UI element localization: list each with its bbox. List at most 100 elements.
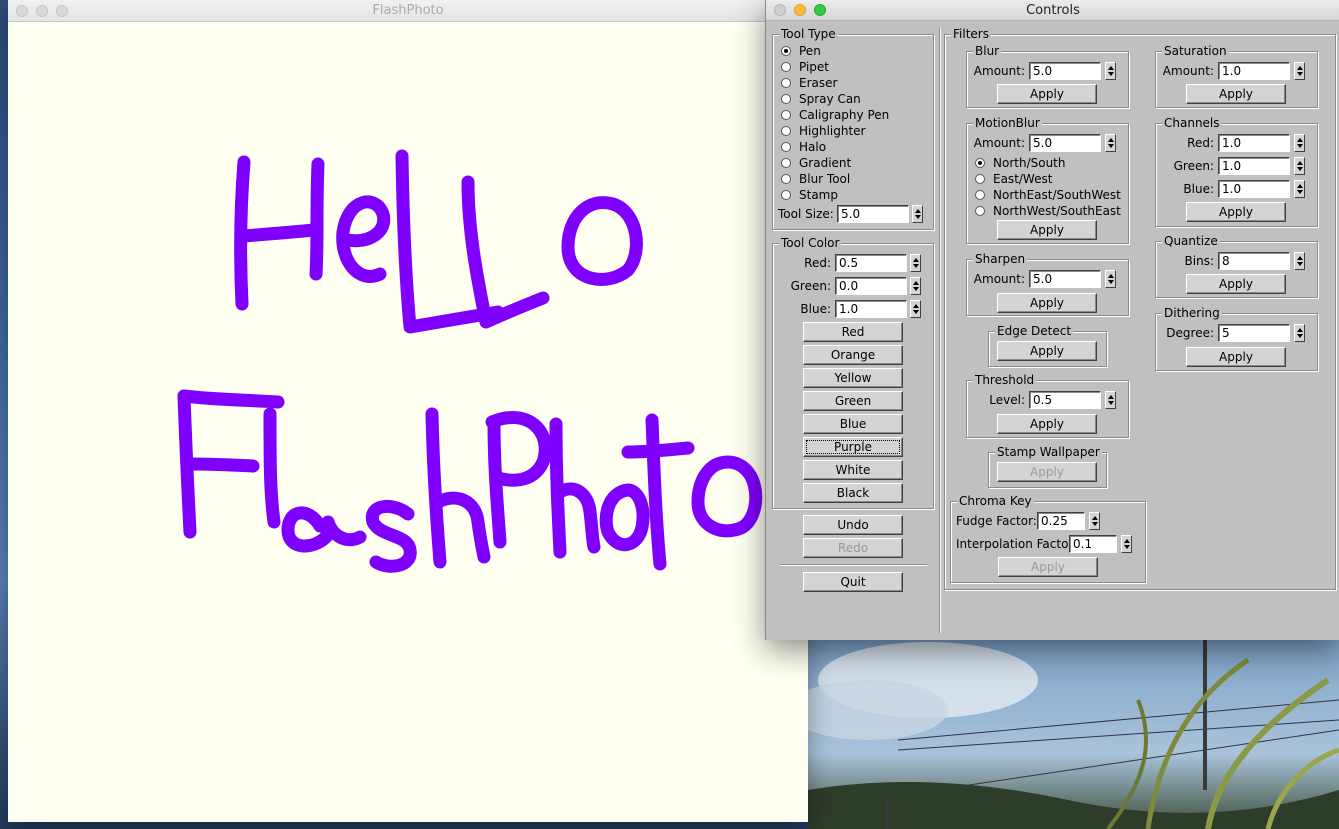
stamp-wallpaper-apply-button[interactable]: Apply bbox=[997, 462, 1097, 482]
blue-spinner[interactable] bbox=[910, 300, 921, 318]
color-orange-button[interactable]: Orange bbox=[803, 345, 903, 365]
radio-icon[interactable] bbox=[781, 46, 791, 56]
edge-detect-apply-button[interactable]: Apply bbox=[997, 341, 1097, 361]
radio-icon[interactable] bbox=[781, 62, 791, 72]
spin-down-icon[interactable] bbox=[913, 310, 919, 314]
interpolation-factor-input[interactable]: 0.1 bbox=[1069, 535, 1117, 553]
close-icon[interactable] bbox=[16, 5, 28, 17]
spin-down-icon[interactable] bbox=[913, 264, 919, 268]
threshold-level-spinner[interactable] bbox=[1105, 391, 1116, 409]
blue-input[interactable]: 1.0 bbox=[835, 300, 907, 318]
green-spinner[interactable] bbox=[910, 277, 921, 295]
motion-blur-amount-input[interactable]: 5.0 bbox=[1029, 134, 1101, 152]
spin-up-icon[interactable] bbox=[1297, 328, 1303, 332]
quit-button[interactable]: Quit bbox=[803, 572, 903, 592]
spin-up-icon[interactable] bbox=[1124, 539, 1130, 543]
tool-size-input[interactable]: 5.0 bbox=[837, 205, 909, 223]
red-spinner[interactable] bbox=[910, 254, 921, 272]
spin-up-icon[interactable] bbox=[1108, 66, 1114, 70]
saturation-amount-spinner[interactable] bbox=[1294, 62, 1305, 80]
radio-icon[interactable] bbox=[781, 158, 791, 168]
threshold-level-input[interactable]: 0.5 bbox=[1029, 391, 1101, 409]
spin-down-icon[interactable] bbox=[1297, 190, 1303, 194]
fudge-factor-input[interactable]: 0.25 bbox=[1037, 512, 1085, 530]
spin-up-icon[interactable] bbox=[1108, 138, 1114, 142]
spin-down-icon[interactable] bbox=[915, 215, 921, 219]
spin-down-icon[interactable] bbox=[913, 287, 919, 291]
zoom-icon[interactable] bbox=[56, 5, 68, 17]
sharpen-amount-input[interactable]: 5.0 bbox=[1029, 270, 1101, 288]
chroma-key-apply-button[interactable]: Apply bbox=[998, 557, 1098, 577]
spin-down-icon[interactable] bbox=[1108, 144, 1114, 148]
blur-apply-button[interactable]: Apply bbox=[997, 84, 1097, 104]
spin-down-icon[interactable] bbox=[1297, 334, 1303, 338]
blur-amount-spinner[interactable] bbox=[1105, 62, 1116, 80]
dithering-degree-spinner[interactable] bbox=[1294, 324, 1305, 342]
spin-up-icon[interactable] bbox=[1297, 138, 1303, 142]
spin-down-icon[interactable] bbox=[1297, 167, 1303, 171]
zoom-icon[interactable] bbox=[814, 4, 826, 16]
quantize-apply-button[interactable]: Apply bbox=[1186, 274, 1286, 294]
saturation-amount-input[interactable]: 1.0 bbox=[1218, 62, 1290, 80]
channels-green-input[interactable]: 1.0 bbox=[1218, 157, 1290, 175]
radio-icon[interactable] bbox=[781, 110, 791, 120]
spin-down-icon[interactable] bbox=[1124, 545, 1130, 549]
radio-icon[interactable] bbox=[781, 94, 791, 104]
spin-up-icon[interactable] bbox=[913, 258, 919, 262]
spin-down-icon[interactable] bbox=[1092, 522, 1098, 526]
blur-amount-input[interactable]: 5.0 bbox=[1029, 62, 1101, 80]
color-red-button[interactable]: Red bbox=[803, 322, 903, 342]
spin-up-icon[interactable] bbox=[913, 281, 919, 285]
spin-down-icon[interactable] bbox=[1108, 401, 1114, 405]
undo-button[interactable]: Undo bbox=[803, 515, 903, 535]
spin-up-icon[interactable] bbox=[1108, 395, 1114, 399]
spin-down-icon[interactable] bbox=[1108, 72, 1114, 76]
sharpen-apply-button[interactable]: Apply bbox=[997, 293, 1097, 313]
color-blue-button[interactable]: Blue bbox=[803, 414, 903, 434]
fudge-factor-spinner[interactable] bbox=[1089, 512, 1100, 530]
color-yellow-button[interactable]: Yellow bbox=[803, 368, 903, 388]
threshold-apply-button[interactable]: Apply bbox=[997, 414, 1097, 434]
spin-up-icon[interactable] bbox=[913, 304, 919, 308]
radio-icon[interactable] bbox=[975, 174, 985, 184]
radio-icon[interactable] bbox=[781, 190, 791, 200]
radio-icon[interactable] bbox=[781, 126, 791, 136]
spin-up-icon[interactable] bbox=[1092, 516, 1098, 520]
spin-up-icon[interactable] bbox=[1297, 161, 1303, 165]
channels-blue-spinner[interactable] bbox=[1294, 180, 1305, 198]
motion-blur-amount-spinner[interactable] bbox=[1105, 134, 1116, 152]
radio-icon[interactable] bbox=[781, 174, 791, 184]
channels-blue-input[interactable]: 1.0 bbox=[1218, 180, 1290, 198]
red-input[interactable]: 0.5 bbox=[835, 254, 907, 272]
radio-icon[interactable] bbox=[975, 158, 985, 168]
motion-blur-apply-button[interactable]: Apply bbox=[997, 220, 1097, 240]
close-icon[interactable] bbox=[774, 4, 786, 16]
dithering-degree-input[interactable]: 5 bbox=[1218, 324, 1290, 342]
channels-red-spinner[interactable] bbox=[1294, 134, 1305, 152]
channels-apply-button[interactable]: Apply bbox=[1186, 202, 1286, 222]
spin-up-icon[interactable] bbox=[1297, 184, 1303, 188]
color-green-button[interactable]: Green bbox=[803, 391, 903, 411]
channels-red-input[interactable]: 1.0 bbox=[1218, 134, 1290, 152]
channels-green-spinner[interactable] bbox=[1294, 157, 1305, 175]
spin-up-icon[interactable] bbox=[915, 209, 921, 213]
radio-icon[interactable] bbox=[975, 190, 985, 200]
redo-button[interactable]: Redo bbox=[803, 538, 903, 558]
spin-up-icon[interactable] bbox=[1297, 256, 1303, 260]
sharpen-amount-spinner[interactable] bbox=[1105, 270, 1116, 288]
spin-up-icon[interactable] bbox=[1297, 66, 1303, 70]
color-purple-button[interactable]: Purple bbox=[803, 437, 903, 457]
minimize-icon[interactable] bbox=[36, 5, 48, 17]
quantize-bins-spinner[interactable] bbox=[1294, 252, 1305, 270]
spin-down-icon[interactable] bbox=[1297, 262, 1303, 266]
spin-down-icon[interactable] bbox=[1297, 144, 1303, 148]
interpolation-factor-spinner[interactable] bbox=[1121, 535, 1132, 553]
spin-up-icon[interactable] bbox=[1108, 274, 1114, 278]
radio-icon[interactable] bbox=[975, 206, 985, 216]
radio-icon[interactable] bbox=[781, 142, 791, 152]
spin-down-icon[interactable] bbox=[1297, 72, 1303, 76]
minimize-icon[interactable] bbox=[794, 4, 806, 16]
controls-titlebar[interactable]: Controls bbox=[766, 0, 1339, 21]
drawing-canvas[interactable] bbox=[8, 22, 808, 822]
radio-icon[interactable] bbox=[781, 78, 791, 88]
